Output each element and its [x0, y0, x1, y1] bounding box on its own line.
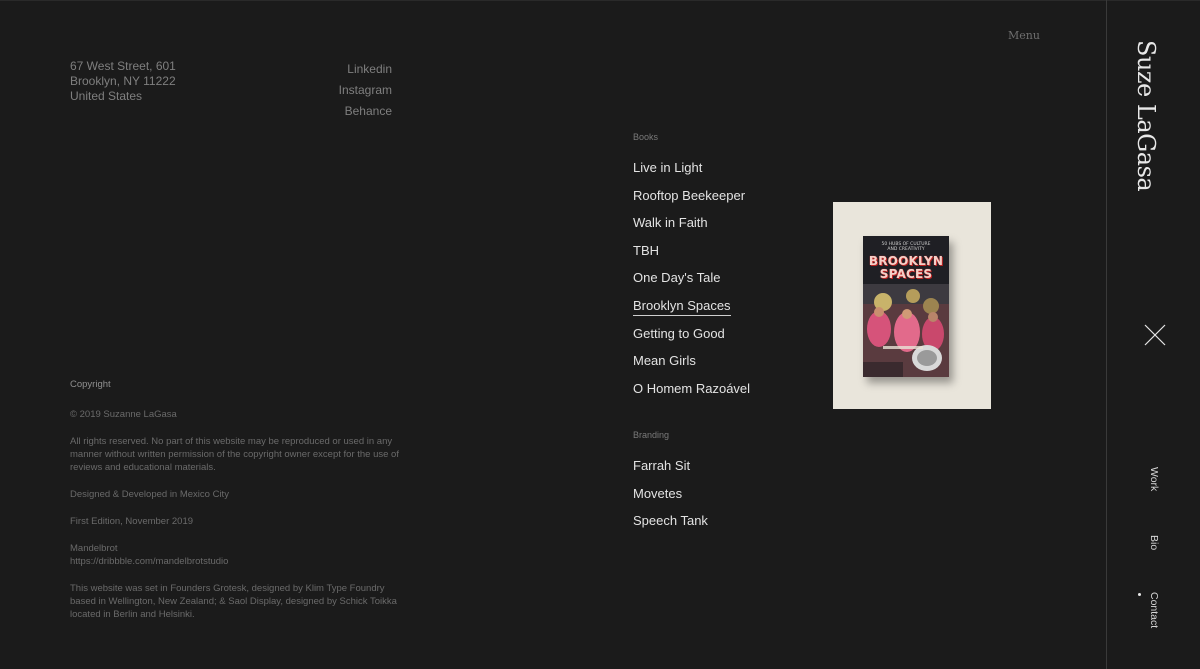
- copyright-studio: Mandelbrot https://dribbble.com/mandelbr…: [70, 542, 400, 568]
- book-link-active[interactable]: Brooklyn Spaces: [633, 297, 731, 316]
- book-link[interactable]: TBH: [633, 243, 659, 260]
- site-logo[interactable]: Suze LaGasa: [1132, 40, 1160, 191]
- list-item: O Homem Razoável: [633, 380, 750, 408]
- list-item: TBH: [633, 242, 750, 270]
- book-cover-subtitle: 50 HUBS OF CULTURE AND CREATIVITY: [863, 242, 949, 252]
- behance-link[interactable]: Behance: [339, 101, 392, 122]
- studio-name: Mandelbrot: [70, 543, 118, 554]
- nav-work[interactable]: Work: [1148, 467, 1160, 491]
- list-item: Brooklyn Spaces: [633, 297, 750, 325]
- book-link[interactable]: O Homem Razoável: [633, 381, 750, 398]
- address-line: United States: [70, 89, 143, 103]
- linkedin-link[interactable]: Linkedin: [339, 59, 392, 80]
- active-nav-indicator: [1138, 593, 1141, 596]
- book-cover-photo: [863, 284, 949, 377]
- copyright-edition: First Edition, November 2019: [70, 516, 194, 527]
- book-link[interactable]: Walk in Faith: [633, 215, 708, 232]
- list-item: Live in Light: [633, 159, 750, 187]
- copyright-year: © 2019 Suzanne LaGasa: [70, 409, 177, 420]
- book-title-line: SPACES: [879, 267, 933, 281]
- menu-label[interactable]: Menu: [1008, 29, 1040, 42]
- social-links: Linkedin Instagram Behance: [339, 59, 392, 122]
- project-preview-image: 50 HUBS OF CULTURE AND CREATIVITY BROOKL…: [833, 202, 991, 409]
- copyright-block: Copyright © 2019 Suzanne LaGasa All righ…: [70, 378, 400, 635]
- copyright-rights: All rights reserved. No part of this web…: [70, 436, 399, 473]
- address-block: 67 West Street, 601 Brooklyn, NY 11222 U…: [70, 59, 176, 104]
- book-subtitle-line: AND CREATIVITY: [887, 247, 925, 252]
- branding-list: Farrah Sit Movetes Speech Tank: [633, 457, 708, 540]
- branding-link[interactable]: Speech Tank: [633, 513, 708, 530]
- branding-link[interactable]: Farrah Sit: [633, 458, 690, 475]
- list-item: Getting to Good: [633, 325, 750, 353]
- book-link[interactable]: Live in Light: [633, 160, 702, 177]
- copyright-typefaces: This website was set in Founders Grotesk…: [70, 583, 397, 620]
- branding-section-label: Branding: [633, 430, 670, 440]
- list-item: Mean Girls: [633, 352, 750, 380]
- books-list: Live in Light Rooftop Beekeeper Walk in …: [633, 159, 750, 407]
- book-link[interactable]: Getting to Good: [633, 326, 725, 343]
- book-cover: 50 HUBS OF CULTURE AND CREATIVITY BROOKL…: [863, 236, 949, 377]
- copyright-heading: Copyright: [70, 379, 111, 390]
- sidebar: Suze LaGasa: [1106, 0, 1200, 669]
- list-item: Farrah Sit: [633, 457, 708, 485]
- list-item: Rooftop Beekeeper: [633, 187, 750, 215]
- copyright-designed: Designed & Developed in Mexico City: [70, 489, 229, 500]
- book-cover-title: BROOKLYN SPACES: [863, 255, 949, 281]
- book-link[interactable]: Mean Girls: [633, 353, 696, 370]
- list-item: One Day's Tale: [633, 269, 750, 297]
- book-link[interactable]: One Day's Tale: [633, 270, 721, 287]
- studio-url[interactable]: https://dribbble.com/mandelbrotstudio: [70, 556, 228, 567]
- address-line: 67 West Street, 601: [70, 59, 176, 73]
- books-section-label: Books: [633, 132, 659, 142]
- nav-contact[interactable]: Contact: [1148, 592, 1160, 628]
- list-item: Speech Tank: [633, 512, 708, 540]
- nav-bio[interactable]: Bio: [1148, 535, 1160, 550]
- book-link[interactable]: Rooftop Beekeeper: [633, 188, 745, 205]
- list-item: Walk in Faith: [633, 214, 750, 242]
- book-title-line: BROOKLYN: [868, 254, 944, 268]
- list-item: Movetes: [633, 485, 708, 513]
- close-icon[interactable]: [1144, 324, 1166, 346]
- address-line: Brooklyn, NY 11222: [70, 74, 176, 88]
- branding-link[interactable]: Movetes: [633, 486, 682, 503]
- instagram-link[interactable]: Instagram: [339, 80, 392, 101]
